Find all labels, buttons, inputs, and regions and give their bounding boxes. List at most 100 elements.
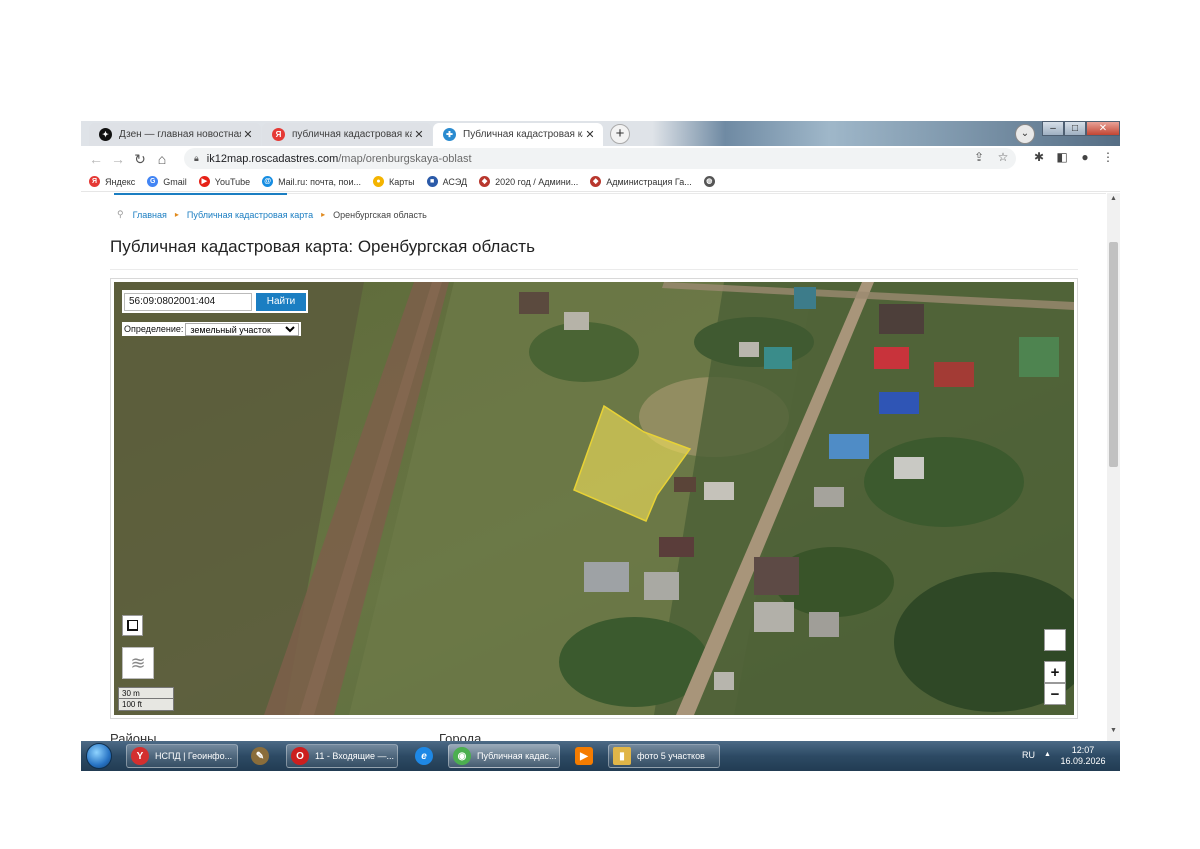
dzen-icon: ✦: [99, 128, 112, 141]
taskbar-chrome[interactable]: ◉ Публичная кадас...: [448, 744, 560, 768]
divider: [287, 193, 1106, 194]
close-window-button[interactable]: ✕: [1086, 121, 1120, 136]
home-button[interactable]: ⌂: [151, 151, 173, 167]
clock-date: 16.09.2026: [1060, 756, 1106, 766]
menu-icon[interactable]: ⋮: [1100, 150, 1116, 164]
bookmark-item[interactable]: G Gmail: [147, 176, 187, 187]
layers-button[interactable]: ≋: [122, 647, 154, 679]
minimize-button[interactable]: –: [1042, 121, 1064, 136]
bookmark-item[interactable]: Я Яндекс: [89, 176, 135, 187]
profile-icon[interactable]: ●: [1077, 150, 1093, 164]
yandex-icon: Я: [272, 128, 285, 141]
cadastral-search: Найти: [122, 290, 308, 313]
satellite-imagery: [114, 282, 1074, 715]
url-host: ik12map.roscadastres.com: [206, 152, 339, 165]
windows-taskbar: Y НСПД | Геоинфо... ✎ O 11 - Входящие —.…: [81, 741, 1120, 771]
scrollbar-thumb[interactable]: [1109, 242, 1118, 467]
bookmark-label: Яндекс: [105, 176, 136, 187]
tray-expand-icon[interactable]: ▲: [1044, 751, 1051, 758]
language-indicator[interactable]: RU: [1022, 750, 1035, 760]
bookmark-item[interactable]: ◆ Администрация Га...: [590, 176, 692, 187]
cadastral-number-input[interactable]: [124, 292, 252, 311]
internet-explorer-icon: e: [415, 747, 433, 765]
bookmark-item[interactable]: @ Mail.ru: почта, пои...: [262, 176, 361, 187]
find-button[interactable]: Найти: [256, 292, 306, 311]
section-cities: Города: [439, 731, 482, 741]
new-tab-button[interactable]: +: [610, 124, 630, 144]
definition-label: Определение:: [124, 324, 184, 334]
bookmark-item[interactable]: ● Карты: [372, 176, 415, 187]
close-icon[interactable]: ✕: [241, 128, 255, 141]
taskbar-opera[interactable]: O 11 - Входящие —...: [286, 744, 398, 768]
map-control-button[interactable]: [1044, 629, 1066, 651]
browser-toolbar: ← → ↻ ⌂ 🔒︎ ik12map.roscadastres.com/map/…: [81, 146, 1120, 172]
taskbar-media-player[interactable]: ▶: [568, 744, 600, 768]
tab-cadastral-map[interactable]: ✚ Публичная кадастровая карта: ( ✕: [433, 123, 603, 146]
side-panel-icon[interactable]: ◧: [1054, 150, 1070, 164]
admin-emblem-icon: ◆: [590, 176, 602, 187]
zoom-out-button[interactable]: −: [1044, 683, 1066, 705]
browser-actions: ✱ ◧ ● ⋮: [1031, 150, 1116, 164]
zoom-in-button[interactable]: +: [1044, 661, 1066, 683]
system-clock[interactable]: 12:07 16.09.2026: [1057, 745, 1109, 767]
scroll-down-arrow-icon[interactable]: ▼: [1107, 727, 1120, 739]
vertical-scrollbar[interactable]: ▲ ▼: [1107, 193, 1120, 741]
bookmark-item[interactable]: ■ АСЭД: [426, 176, 468, 187]
start-button[interactable]: [86, 743, 112, 769]
close-icon[interactable]: ✕: [412, 128, 426, 141]
bookmark-star-icon[interactable]: ☆: [995, 150, 1011, 164]
definition-select[interactable]: земельный участок: [185, 322, 300, 336]
bookmark-label: Карты: [388, 176, 415, 187]
lock-icon: 🔒︎: [194, 153, 199, 163]
app-icon: ✎: [251, 747, 269, 765]
header-accent: [114, 193, 287, 195]
window-controls: – □ ✕: [1042, 121, 1120, 136]
taskbar-folder[interactable]: ▮ фото 5 участков: [608, 744, 720, 768]
close-icon[interactable]: ✕: [583, 128, 597, 141]
maps-pin-icon: ●: [372, 176, 384, 187]
breadcrumb-cadastral[interactable]: Публичная кадастровая карта: [187, 210, 313, 220]
screen: ✦ Дзен — главная новостная инф ✕ Я публи…: [81, 121, 1120, 771]
bookmark-item[interactable]: ◍: [703, 176, 720, 187]
taskbar-yandex-browser[interactable]: Y НСПД | Геоинфо...: [126, 744, 238, 768]
satellite-map[interactable]: Найти Определение: земельный участок ≋ 3…: [114, 282, 1074, 715]
maximize-button[interactable]: □: [1064, 121, 1086, 136]
address-bar[interactable]: 🔒︎ ik12map.roscadastres.com/map/orenburg…: [184, 148, 1016, 169]
taskbar-app[interactable]: ✎: [244, 744, 276, 768]
media-player-icon: ▶: [575, 747, 593, 765]
tab-strip: ✦ Дзен — главная новостная инф ✕ Я публи…: [81, 121, 1120, 146]
page-content: ⚲ Главная ▸ Публичная кадастровая карта …: [81, 193, 1107, 741]
bookmark-item[interactable]: ▶ YouTube: [198, 176, 250, 187]
back-button[interactable]: ←: [85, 151, 107, 167]
frame-icon: [127, 620, 138, 631]
extensions-icon[interactable]: ✱: [1031, 150, 1047, 164]
layers-icon: ≋: [130, 652, 146, 673]
fullscreen-button[interactable]: [122, 615, 143, 636]
bookmarks-bar: Я Яндекс G Gmail ▶ YouTube @ Mail.ru: почта, по…: [81, 172, 1120, 192]
bookmark-item[interactable]: ◆ 2020 год / Админи...: [479, 176, 578, 187]
scale-bar: 30 m 100 ft: [118, 687, 174, 711]
bookmark-label: 2020 год / Админи...: [495, 176, 579, 187]
taskbar-label: НСПД | Геоинфо...: [155, 751, 233, 761]
bookmark-label: АСЭД: [442, 176, 468, 187]
page-title: Публичная кадастровая карта: Оренбургска…: [110, 237, 535, 256]
globe-icon: ◍: [703, 176, 715, 187]
tab-yandex-search[interactable]: Я публичная кадастровая карта о ✕: [262, 123, 432, 146]
breadcrumb: ⚲ Главная ▸ Публичная кадастровая карта …: [117, 209, 427, 220]
folder-icon: ▮: [613, 747, 631, 765]
opera-icon: O: [291, 747, 309, 765]
scroll-up-arrow-icon[interactable]: ▲: [1107, 195, 1120, 207]
taskbar-internet-explorer[interactable]: e: [408, 744, 440, 768]
divider: [110, 269, 1078, 270]
tab-search-button[interactable]: ⌄: [1015, 124, 1035, 144]
taskbar-label: Публичная кадас...: [477, 751, 557, 761]
tab-dzen[interactable]: ✦ Дзен — главная новостная инф ✕: [89, 123, 261, 146]
reload-button[interactable]: ↻: [129, 151, 151, 168]
taskbar-label: 11 - Входящие —...: [315, 751, 395, 761]
forward-button[interactable]: →: [107, 151, 129, 167]
definition-row: Определение: земельный участок: [122, 322, 302, 336]
tab-title: публичная кадастровая карта о: [292, 129, 412, 140]
breadcrumb-home[interactable]: Главная: [133, 210, 167, 220]
tab-title: Публичная кадастровая карта: (: [463, 129, 583, 140]
share-icon[interactable]: ⇪: [971, 150, 987, 164]
